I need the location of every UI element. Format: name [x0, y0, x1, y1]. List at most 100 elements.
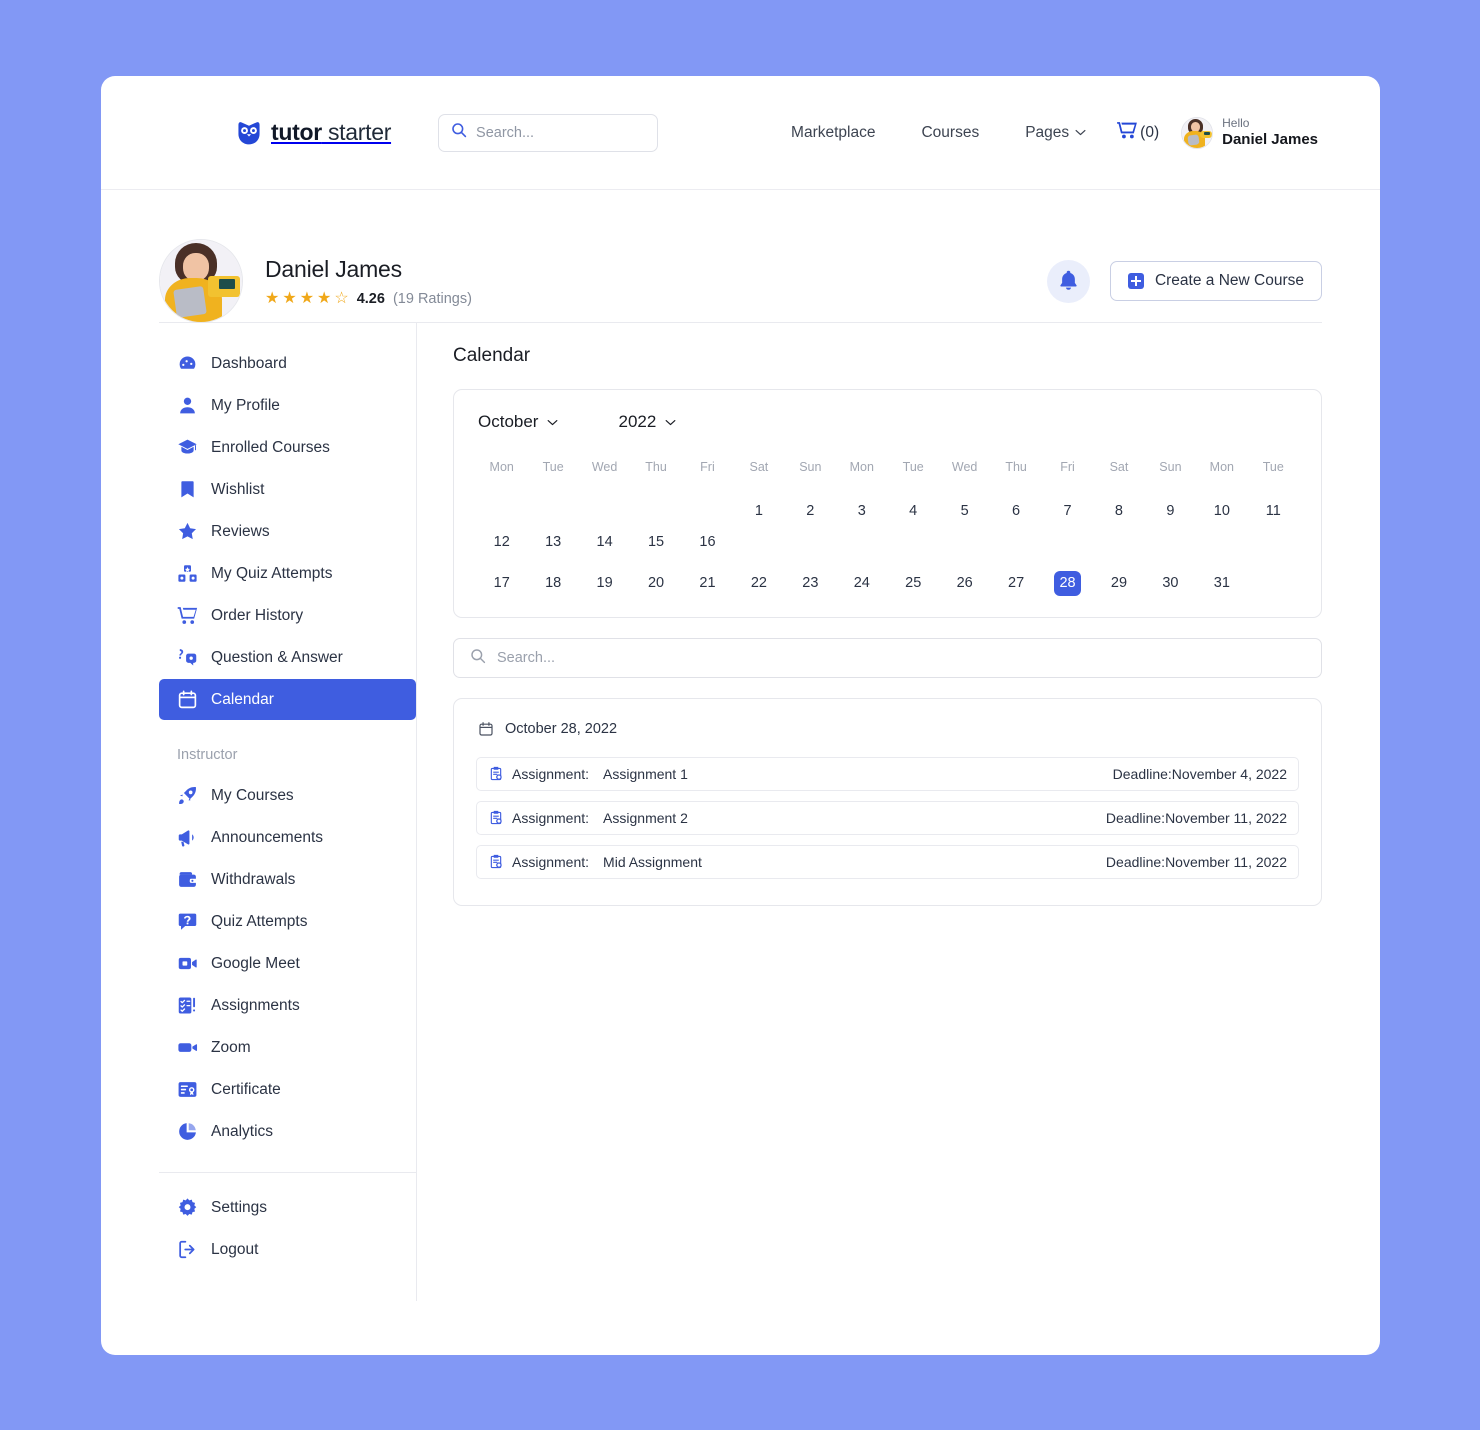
calendar-day-cell[interactable]: 21 — [682, 568, 733, 599]
sidebar-item-my-courses[interactable]: My Courses — [159, 775, 416, 816]
sidebar-item-announcements[interactable]: Announcements — [159, 817, 416, 858]
sidebar-item-wishlist[interactable]: Wishlist — [159, 469, 416, 510]
events-card: October 28, 2022 Assignment: Assignment 1… — [453, 698, 1322, 906]
sidebar-item-reviews[interactable]: Reviews — [159, 511, 416, 552]
calendar-day-cell[interactable]: 4 — [888, 496, 939, 527]
calendar-day-cell[interactable]: 2 — [785, 496, 836, 527]
sidebar-item-label: Assignments — [211, 996, 300, 1014]
calendar-weekday-label: Thu — [645, 460, 667, 474]
sidebar-item-calendar[interactable]: Calendar — [159, 679, 416, 720]
calendar-day-cell[interactable]: 7 — [1042, 496, 1093, 527]
calendar-day-cell[interactable]: 23 — [785, 568, 836, 599]
brand-logo[interactable]: tutor starter — [236, 119, 391, 146]
gear-icon — [177, 1197, 198, 1218]
event-left: Assignment: Assignment 2 — [488, 810, 688, 826]
sidebar-item-analytics[interactable]: Analytics — [159, 1111, 416, 1152]
calendar-day-cell[interactable]: 1 — [733, 496, 784, 527]
calendar-day-cell[interactable]: 11 — [1248, 496, 1299, 527]
notifications-button[interactable] — [1046, 259, 1090, 303]
event-title: Assignment 2 — [603, 810, 688, 826]
sidebar-item-enrolled-courses[interactable]: Enrolled Courses — [159, 427, 416, 468]
calendar-day-cell[interactable]: 18 — [527, 568, 578, 599]
nav-courses-label: Courses — [921, 123, 980, 141]
calendar-day-empty — [579, 496, 630, 527]
sidebar-item-question-answer[interactable]: Question & Answer — [159, 637, 416, 678]
calendar-weekday-label: Wed — [951, 460, 978, 474]
calendar-day-cell[interactable]: 14 — [579, 527, 630, 558]
calendar-day-cell[interactable]: 17 — [476, 568, 527, 599]
sidebar-item-dashboard[interactable]: Dashboard — [159, 343, 416, 384]
nav-pages[interactable]: Pages — [1002, 124, 1109, 142]
calendar-day-cell[interactable]: 25 — [888, 568, 939, 599]
sidebar-item-certificate[interactable]: Certificate — [159, 1069, 416, 1110]
calendar-day-cell[interactable]: 10 — [1196, 496, 1247, 527]
calendar-day-cell[interactable]: 31 — [1196, 568, 1247, 599]
calendar-weekday-label: Sat — [749, 460, 769, 474]
event-row[interactable]: Assignment: Mid Assignment Deadline:Novemb… — [476, 845, 1299, 879]
calendar-day-selected[interactable]: 28 — [1042, 568, 1093, 599]
calendar-day-empty — [682, 496, 733, 527]
sidebar-item-order-history[interactable]: Order History — [159, 595, 416, 636]
sidebar-item-label: Certificate — [211, 1080, 281, 1098]
calendar-day-cell[interactable]: 19 — [579, 568, 630, 599]
events-date-row: October 28, 2022 — [476, 721, 1299, 737]
star-outline-icon: ☆ — [334, 289, 349, 307]
nav-marketplace[interactable]: Marketplace — [768, 124, 898, 142]
calendar-day-cell[interactable]: 20 — [630, 568, 681, 599]
sidebar-item-my-profile[interactable]: My Profile — [159, 385, 416, 426]
sidebar-item-label: Question & Answer — [211, 648, 343, 666]
month-select[interactable]: October — [478, 412, 558, 432]
main-panel: Calendar October 2022 Mon Tue Wed Thu Fr… — [417, 323, 1322, 1301]
year-select[interactable]: 2022 — [618, 412, 676, 432]
sidebar-item-assignments[interactable]: Assignments — [159, 985, 416, 1026]
nav-courses[interactable]: Courses — [898, 124, 1002, 142]
sidebar-item-settings[interactable]: Settings — [159, 1187, 416, 1228]
cart-button[interactable]: (0) — [1117, 121, 1159, 144]
calendar-icon — [478, 721, 494, 737]
calendar-day-cell[interactable]: 16 — [682, 527, 733, 558]
event-deadline: Deadline:November 11, 2022 — [1105, 854, 1287, 870]
sidebar-item-quiz-attempts[interactable]: Quiz Attempts — [159, 901, 416, 942]
calendar-day-cell[interactable]: 26 — [939, 568, 990, 599]
user-menu[interactable]: Hello Daniel James — [1181, 116, 1318, 150]
event-left: Assignment: Mid Assignment — [488, 854, 702, 870]
calendar-day-cell[interactable]: 27 — [990, 568, 1041, 599]
star-icon: ★ — [317, 289, 332, 307]
calendar-day-cell[interactable]: 12 — [476, 527, 527, 558]
sidebar-item-label: My Quiz Attempts — [211, 564, 333, 582]
calendar-day-cell[interactable]: 29 — [1093, 568, 1144, 599]
calendar-day-cell[interactable]: 6 — [990, 496, 1041, 527]
calendar-search-input[interactable] — [497, 650, 1305, 666]
sidebar-item-zoom[interactable]: Zoom — [159, 1027, 416, 1068]
event-title: Assignment 1 — [603, 766, 688, 782]
calendar-day-cell[interactable]: 13 — [527, 527, 578, 558]
calendar-day-cell[interactable]: 3 — [836, 496, 887, 527]
sidebar-item-withdrawals[interactable]: Withdrawals — [159, 859, 416, 900]
calendar-weekday-label: Fri — [700, 460, 715, 474]
event-row[interactable]: Assignment: Assignment 2 Deadline:November… — [476, 801, 1299, 835]
calendar-day-cell[interactable]: 24 — [836, 568, 887, 599]
question-answer-icon — [177, 647, 198, 668]
calendar-day-cell[interactable]: 5 — [939, 496, 990, 527]
profile-header: Daniel James ★ ★ ★ ★ ☆ 4.26 (19 Ratings) — [159, 190, 1322, 323]
calendar-search-box[interactable] — [453, 638, 1322, 678]
brand-name-bold: tutor — [271, 119, 322, 145]
calendar-day-cell[interactable]: 15 — [630, 527, 681, 558]
calendar-day-cell[interactable]: 30 — [1145, 568, 1196, 599]
rating-stars: ★ ★ ★ ★ ☆ — [265, 289, 349, 307]
create-new-course-button[interactable]: Create a New Course — [1109, 261, 1322, 301]
sidebar-item-label: Order History — [211, 606, 304, 624]
calendar-day-cell[interactable]: 9 — [1145, 496, 1196, 527]
sidebar-item-label: Announcements — [211, 828, 324, 846]
certificate-icon — [177, 1079, 198, 1100]
calendar-day-cell[interactable]: 8 — [1093, 496, 1144, 527]
header-search-input[interactable] — [476, 124, 646, 141]
event-row[interactable]: Assignment: Assignment 1 Deadline:November… — [476, 757, 1299, 791]
calendar-day-cell[interactable]: 22 — [733, 568, 784, 599]
sidebar-item-google-meet[interactable]: Google Meet — [159, 943, 416, 984]
owl-icon — [236, 120, 262, 146]
rating-count: (19 Ratings) — [392, 290, 472, 307]
header-search-box[interactable] — [438, 113, 659, 152]
sidebar-item-my-quiz-attempts[interactable]: My Quiz Attempts — [159, 553, 416, 594]
sidebar-item-logout[interactable]: Logout — [159, 1229, 416, 1270]
